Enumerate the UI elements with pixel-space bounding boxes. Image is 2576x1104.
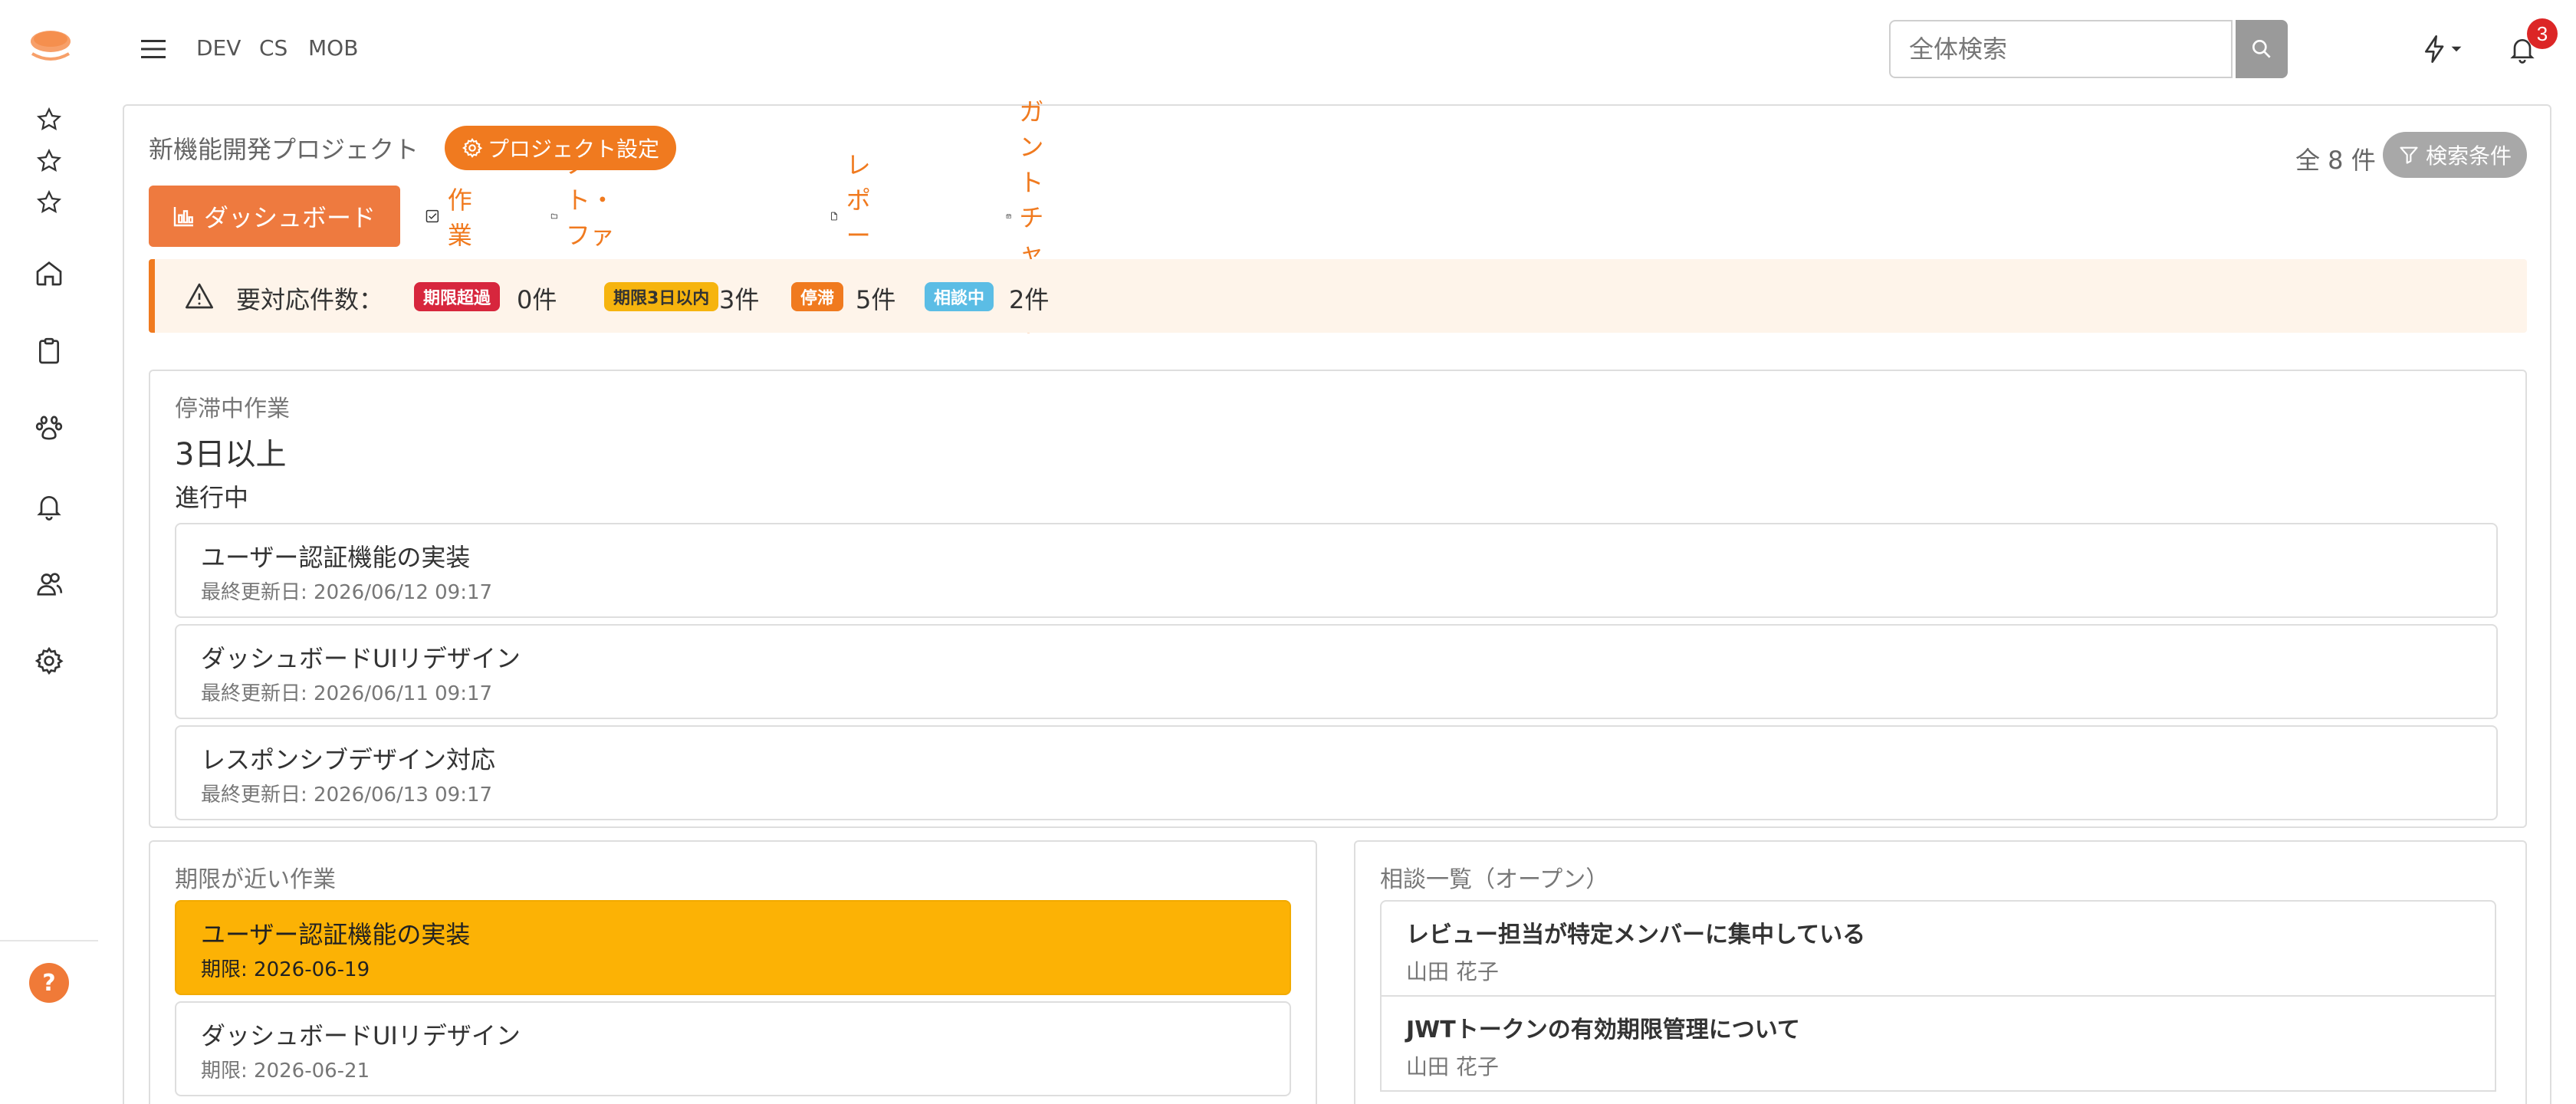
gear-icon[interactable] bbox=[31, 642, 67, 679]
lightning-icon bbox=[2425, 35, 2444, 63]
consultation-title: レビュー担当が特定メンバーに集中している bbox=[1406, 922, 1866, 948]
filter-label: 検索条件 bbox=[2425, 143, 2512, 169]
list-item[interactable]: ユーザー認証機能の実装 最終更新日: 2026/06/12 09:17 bbox=[175, 523, 2498, 618]
list-item[interactable]: JWTトークンの有効期限管理について 山田 花子 bbox=[1380, 995, 2496, 1092]
panel-title: 期限が近い作業 bbox=[175, 866, 336, 893]
item-title: ユーザー認証機能の実装 bbox=[201, 920, 471, 949]
project-settings-button[interactable]: プロジェクト設定 bbox=[445, 126, 677, 170]
bar-chart-icon bbox=[173, 207, 193, 227]
upcoming-deadline-panel: 期限が近い作業 ユーザー認証機能の実装 期限: 2026-06-19 ダッシュボ… bbox=[149, 840, 1317, 1104]
quick-action-button[interactable] bbox=[2410, 28, 2472, 71]
search-button[interactable] bbox=[2236, 20, 2288, 78]
stagnant-count: 5件 bbox=[856, 285, 896, 314]
overdue-count: 0件 bbox=[517, 285, 557, 314]
search-filter-button[interactable]: 検索条件 bbox=[2383, 132, 2527, 178]
sidebar-divider bbox=[0, 940, 98, 941]
list-item[interactable]: レスポンシブデザイン対応 最終更新日: 2026/06/13 09:17 bbox=[175, 725, 2498, 820]
home-icon[interactable] bbox=[31, 255, 67, 291]
consultation-author: 山田 花子 bbox=[1406, 1054, 1499, 1079]
panel-title: 相談一覧（オープン） bbox=[1380, 866, 1609, 893]
chevron-down-icon bbox=[2451, 46, 2462, 52]
search-icon bbox=[2252, 39, 2271, 58]
sidebar: ? bbox=[0, 0, 98, 1104]
star-icon[interactable] bbox=[31, 143, 67, 179]
list-item[interactable]: ユーザー認証機能の実装 期限: 2026-06-19 bbox=[175, 900, 1291, 995]
attention-label: 要対応件数： bbox=[236, 285, 384, 314]
stagnant-chip[interactable]: 停滞 bbox=[791, 282, 844, 311]
total-count: 全 8 件 bbox=[2295, 146, 2376, 175]
item-title: ダッシュボードUIリデザイン bbox=[201, 644, 521, 673]
attention-summary-bar: 要対応件数： 期限超過 0件 期限3日以内 3件 停滞 5件 相談中 2件 bbox=[149, 259, 2527, 333]
calendar-icon bbox=[1006, 214, 1011, 219]
search-box bbox=[1889, 20, 2233, 78]
star-icon[interactable] bbox=[31, 101, 67, 138]
topbar: DEV CS MOB 3 A bbox=[98, 0, 2576, 101]
document-icon bbox=[831, 212, 837, 221]
list-item[interactable]: レビュー担当が特定メンバーに集中している 山田 花子 bbox=[1380, 900, 2496, 997]
panel-title: 停滞中作業 bbox=[175, 396, 290, 422]
item-updated: 最終更新日: 2026/06/11 09:17 bbox=[201, 682, 493, 705]
menu-icon[interactable] bbox=[138, 34, 169, 64]
overdue-chip[interactable]: 期限超過 bbox=[414, 282, 501, 311]
tab-tasks[interactable]: 作業 bbox=[425, 186, 480, 250]
star-icon[interactable] bbox=[31, 184, 67, 221]
nav-link-mob[interactable]: MOB bbox=[308, 35, 358, 61]
item-updated: 最終更新日: 2026/06/13 09:17 bbox=[201, 784, 493, 807]
consulting-chip[interactable]: 相談中 bbox=[925, 282, 994, 311]
checkbox-icon bbox=[426, 209, 439, 223]
app-logo[interactable] bbox=[28, 28, 74, 64]
tab-label: 作業 bbox=[447, 186, 472, 250]
users-icon[interactable] bbox=[31, 566, 67, 603]
consultation-title: JWTトークンの有効期限管理について bbox=[1406, 1017, 1800, 1043]
tab-reports[interactable]: レポート bbox=[830, 150, 885, 285]
list-item[interactable]: ダッシュボードUIリデザイン 期限: 2026-06-21 bbox=[175, 1001, 1291, 1096]
nav-link-cs[interactable]: CS bbox=[259, 35, 288, 61]
nav-link-dev[interactable]: DEV bbox=[196, 35, 241, 61]
stagnant-period: 3日以上 bbox=[175, 437, 287, 472]
tab-dashboard[interactable]: ダッシュボード bbox=[149, 186, 400, 247]
due-soon-count: 3件 bbox=[719, 285, 760, 314]
item-updated: 最終更新日: 2026/06/12 09:17 bbox=[201, 581, 493, 604]
paw-icon[interactable] bbox=[31, 409, 67, 446]
gear-icon bbox=[462, 137, 483, 158]
clipboard-icon[interactable] bbox=[31, 333, 67, 370]
tab-gantt-chart[interactable]: ガントチャート bbox=[1006, 97, 1061, 338]
warning-icon bbox=[186, 283, 213, 309]
item-due-date: 期限: 2026-06-21 bbox=[201, 1060, 370, 1083]
due-soon-chip[interactable]: 期限3日以内 bbox=[604, 282, 719, 311]
bell-icon[interactable] bbox=[31, 488, 67, 524]
item-title: ダッシュボードUIリデザイン bbox=[201, 1021, 521, 1050]
item-title: レスポンシブデザイン対応 bbox=[201, 745, 496, 774]
list-item[interactable]: ダッシュボードUIリデザイン 最終更新日: 2026/06/11 09:17 bbox=[175, 624, 2498, 719]
project-dashboard: 新機能開発プロジェクト プロジェクト設定 全 8 件 検索条件 ダッシュボード … bbox=[123, 97, 2551, 1104]
stagnant-tasks-panel: 停滞中作業 3日以上 進行中 ユーザー認証機能の実装 最終更新日: 2026/0… bbox=[149, 370, 2527, 828]
item-title: ユーザー認証機能の実装 bbox=[201, 543, 471, 572]
help-button[interactable]: ? bbox=[29, 963, 69, 1003]
tab-label: ダッシュボード bbox=[204, 203, 376, 232]
folder-icon bbox=[550, 213, 557, 219]
notification-count-badge: 3 bbox=[2527, 18, 2558, 49]
tab-notes-files[interactable]: ノート・ファイル bbox=[550, 150, 630, 285]
open-consultations-panel: 相談一覧（オープン） レビュー担当が特定メンバーに集中している 山田 花子 JW… bbox=[1354, 840, 2527, 1104]
filter-icon bbox=[2400, 146, 2418, 164]
consulting-count: 2件 bbox=[1009, 285, 1050, 314]
consultation-author: 山田 花子 bbox=[1406, 959, 1499, 984]
project-title: 新機能開発プロジェクト bbox=[149, 135, 419, 164]
item-due-date: 期限: 2026-06-19 bbox=[201, 958, 370, 981]
search-input[interactable] bbox=[1909, 34, 2216, 64]
stagnant-status: 進行中 bbox=[175, 483, 249, 512]
